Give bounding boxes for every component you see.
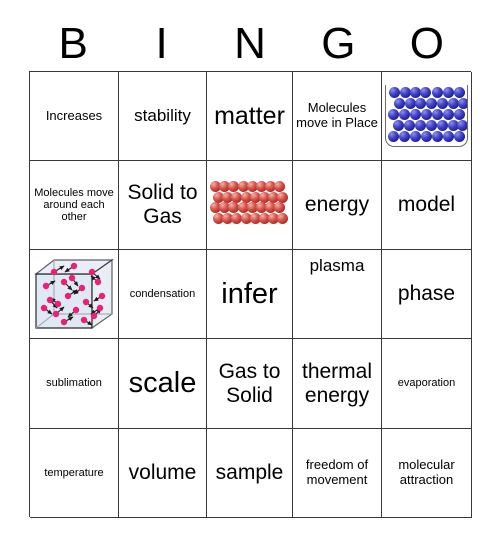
bingo-cell-r2-c2[interactable]: Solid to Gas [119, 161, 207, 250]
bingo-cell-r3-c3[interactable]: infer [207, 250, 293, 339]
blue-molecules-in-container-icon [385, 85, 468, 147]
header-letter-o: O [409, 18, 444, 68]
bingo-cell-label: Gas to Solid [218, 359, 281, 407]
bingo-cell-label: Molecules move in Place [296, 100, 378, 130]
bingo-card: B I N G O Increases stability matter Molecu… [0, 0, 500, 544]
red-molecule-lattice-icon [210, 181, 289, 229]
bingo-cell-r1-c1[interactable]: Increases [30, 72, 119, 161]
bingo-cell-r4-c3[interactable]: Gas to Solid [207, 339, 293, 429]
bingo-cell-label: matter [214, 102, 285, 130]
bingo-cell-label: volume [128, 461, 197, 485]
gas-particles-in-cube-icon [34, 256, 114, 332]
bingo-cell-r1-c4[interactable]: Molecules move in Place [293, 72, 382, 161]
bingo-cell-label: sample [215, 461, 284, 485]
bingo-cell-r1-c3[interactable]: matter [207, 72, 293, 161]
bingo-cell-r3-c1-image[interactable] [30, 250, 119, 339]
bingo-cell-r3-c2[interactable]: condensation [119, 250, 207, 339]
bingo-cell-r2-c1[interactable]: Molecules move around each other [30, 161, 119, 250]
bingo-cell-r2-c4[interactable]: energy [293, 161, 382, 250]
bingo-cell-label: scale [128, 367, 197, 400]
bingo-cell-label: freedom of movement [305, 457, 369, 487]
bingo-cell-r2-c5[interactable]: model [382, 161, 472, 250]
bingo-cell-r5-c4[interactable]: freedom of movement [293, 429, 382, 518]
bingo-cell-label: condensation [129, 287, 196, 300]
bingo-header: B I N G O [29, 16, 471, 71]
bingo-cell-r4-c5[interactable]: evaporation [382, 339, 472, 429]
bingo-cell-label: Molecules move around each other [34, 186, 114, 224]
bingo-cell-label: phase [397, 282, 456, 306]
bingo-cell-r2-c3-image[interactable] [207, 161, 293, 250]
bingo-cell-label: molecular attraction [398, 457, 455, 487]
bingo-cell-label: evaporation [397, 377, 456, 390]
bingo-cell-r4-c4[interactable]: thermal energy [293, 339, 382, 429]
bingo-cell-r5-c5[interactable]: molecular attraction [382, 429, 472, 518]
bingo-cell-r4-c1[interactable]: sublimation [30, 339, 119, 429]
bingo-cell-r3-c5[interactable]: phase [382, 250, 472, 339]
bingo-cell-r5-c2[interactable]: volume [119, 429, 207, 518]
bingo-grid: Increases stability matter Molecules move i… [29, 71, 472, 518]
bingo-cell-label: temperature [44, 466, 104, 479]
bingo-cell-r5-c1[interactable]: temperature [30, 429, 119, 518]
bingo-cell-label: thermal energy [301, 359, 373, 407]
bingo-cell-label: stability [134, 106, 191, 126]
bingo-cell-label: energy [304, 193, 370, 217]
bingo-cell-label: infer [221, 277, 278, 310]
header-letter-b: B [58, 18, 88, 68]
bingo-cell-r5-c3[interactable]: sample [207, 429, 293, 518]
bingo-cell-r1-c2[interactable]: stability [119, 72, 207, 161]
header-letter-n: N [234, 18, 266, 68]
bingo-cell-label: model [397, 193, 456, 217]
header-letter-i: I [155, 18, 168, 68]
bingo-cell-r1-c5-image[interactable] [382, 72, 472, 161]
bingo-cell-label: Solid to Gas [127, 181, 198, 228]
header-letter-g: G [321, 18, 356, 68]
bingo-cell-label: sublimation [46, 377, 102, 390]
bingo-cell-label: Increases [45, 107, 103, 123]
bingo-cell-r4-c2[interactable]: scale [119, 339, 207, 429]
bingo-cell-r3-c4[interactable]: plasma [293, 250, 382, 339]
bingo-cell-label: plasma [309, 256, 365, 275]
